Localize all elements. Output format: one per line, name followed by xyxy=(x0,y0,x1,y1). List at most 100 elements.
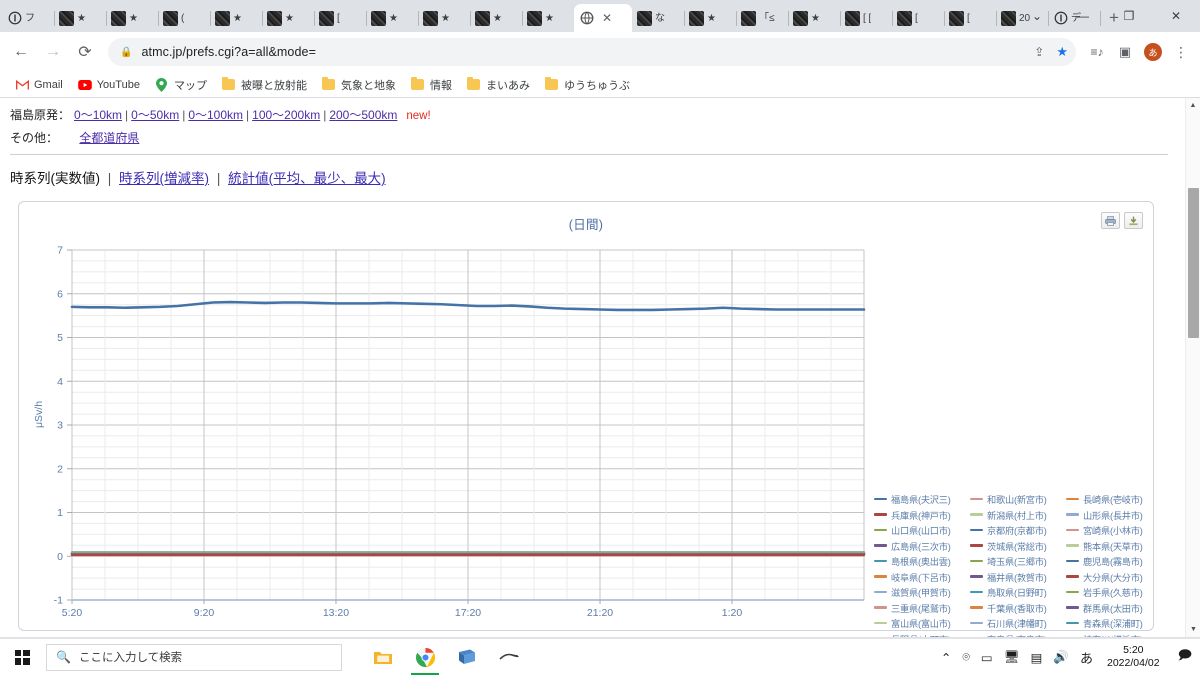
bookmark-item[interactable]: マップ xyxy=(149,75,213,95)
maximize-button[interactable]: ❐ xyxy=(1106,0,1152,32)
browser-tab[interactable]: ★ xyxy=(210,4,263,32)
bookmark-item[interactable]: 情報 xyxy=(405,75,458,95)
browser-tab[interactable]: 「≤ xyxy=(736,4,789,32)
profile-avatar[interactable]: あ xyxy=(1140,39,1166,65)
legend-item[interactable]: 和歌山(新宮市) xyxy=(970,492,1066,506)
bookmark-item[interactable]: 気象と地象 xyxy=(316,75,402,95)
browser-tab[interactable]: [ xyxy=(944,4,997,32)
camera-icon[interactable]: ⌾ xyxy=(962,650,970,665)
legend-item[interactable]: 岩手県(久慈市) xyxy=(1066,585,1162,599)
legend-item[interactable]: 宮崎県(小林市) xyxy=(1066,523,1162,537)
bookmark-item[interactable]: ゆうちゅうぶ xyxy=(539,75,636,95)
address-bar[interactable]: 🔒 atmc.jp/prefs.cgi?a=all&mode= ⇪ ★ xyxy=(108,38,1076,66)
legend-item[interactable]: 奈良県(奈良市) xyxy=(970,632,1066,638)
browser-tab[interactable]: ★ xyxy=(418,4,471,32)
bookmark-star-icon[interactable]: ★ xyxy=(1056,44,1068,60)
legend-item[interactable]: 長崎県(壱岐市) xyxy=(1066,492,1162,506)
chrome-icon[interactable] xyxy=(406,639,444,675)
start-button[interactable] xyxy=(0,639,44,675)
legend-item[interactable]: 富山県(富山市) xyxy=(874,616,970,630)
distance-link[interactable]: 0〜50km xyxy=(131,108,179,122)
browser-tab[interactable]: ★ xyxy=(366,4,419,32)
reload-icon[interactable]: ⟳ xyxy=(70,37,100,67)
mode-link-stats[interactable]: 統計値(平均、最少、最大) xyxy=(228,171,386,186)
legend-item[interactable]: 石川県(津幡町) xyxy=(970,616,1066,630)
back-icon[interactable]: ← xyxy=(6,37,36,67)
browser-tab[interactable]: ★ xyxy=(106,4,159,32)
distance-link[interactable]: 200〜500km xyxy=(329,108,397,122)
legend-item[interactable]: 三重県(尾鷲市) xyxy=(874,601,970,615)
taskbar-search-box[interactable]: 🔍 ここに入力して検索 xyxy=(46,643,342,671)
browser-tab[interactable]: ★ xyxy=(470,4,523,32)
browser-tab[interactable]: ★ xyxy=(522,4,574,32)
taskbar-clock[interactable]: 5:20 2022/04/02 xyxy=(1104,644,1163,670)
legend-item[interactable]: 神奈川(横浜市) xyxy=(1066,632,1162,638)
chrome-menu-icon[interactable]: ⋮ xyxy=(1168,39,1194,65)
browser-tab[interactable]: ✕ xyxy=(574,4,632,32)
browser-tab[interactable]: ( xyxy=(158,4,211,32)
forward-icon[interactable]: → xyxy=(38,37,68,67)
legend-item[interactable]: 新潟県(村上市) xyxy=(970,508,1066,522)
distance-link[interactable]: 100〜200km xyxy=(252,108,320,122)
chevron-up-icon[interactable]: ⌃ xyxy=(941,650,951,665)
legend-item[interactable]: 京都府(京都市) xyxy=(970,523,1066,537)
browser-tab[interactable]: [ xyxy=(314,4,367,32)
file-explorer-icon[interactable] xyxy=(364,639,402,675)
scroll-up-arrow[interactable]: ▲ xyxy=(1186,98,1200,113)
close-tab-icon[interactable]: ✕ xyxy=(602,12,612,24)
bookmark-item[interactable]: YouTube xyxy=(72,76,146,94)
link-all-prefectures[interactable]: 全都道府県 xyxy=(79,131,139,145)
close-window-button[interactable]: ✕ xyxy=(1152,0,1200,32)
minimize-button[interactable]: — xyxy=(1060,0,1106,32)
distance-link[interactable]: 0〜10km xyxy=(74,108,122,122)
browser-tab[interactable]: ★ xyxy=(684,4,737,32)
legend-item[interactable]: 福井県(敦賀市) xyxy=(970,570,1066,584)
side-panel-icon[interactable]: ▣ xyxy=(1112,39,1138,65)
reading-list-icon[interactable]: ≡♪ xyxy=(1084,39,1110,65)
tab-search-button[interactable]: ⌄ xyxy=(1014,0,1060,32)
legend-item[interactable]: 熊本県(天草市) xyxy=(1066,539,1162,553)
legend-item[interactable]: 兵庫県(神戸市) xyxy=(874,508,970,522)
legend-item[interactable]: 岐阜県(下呂市) xyxy=(874,570,970,584)
legend-item[interactable]: 広島県(三次市) xyxy=(874,539,970,553)
browser-tab[interactable]: ★ xyxy=(788,4,841,32)
browser-tab[interactable]: [ xyxy=(892,4,945,32)
share-icon[interactable]: ⇪ xyxy=(1034,45,1044,59)
legend-item[interactable]: 千葉県(香取市) xyxy=(970,601,1066,615)
browser-tab[interactable]: ★ xyxy=(262,4,315,32)
browser-tab[interactable]: フ xyxy=(2,4,55,32)
legend-item[interactable]: 青森県(深浦町) xyxy=(1066,616,1162,630)
photo-icon[interactable]: ▤ xyxy=(1031,650,1043,665)
store-icon[interactable] xyxy=(448,639,486,675)
legend-item[interactable]: 群馬県(太田市) xyxy=(1066,601,1162,615)
page-scrollbar[interactable]: ▲ ▼ xyxy=(1185,98,1200,637)
legend-item[interactable]: 鳥取県(日野町) xyxy=(970,585,1066,599)
browser-tab[interactable]: ★ xyxy=(54,4,107,32)
device-icon[interactable]: ▭ xyxy=(981,650,993,665)
legend-item[interactable]: 長野県(大町市) xyxy=(874,632,970,638)
bookmark-item[interactable]: 被曝と放射能 xyxy=(216,75,313,95)
legend-item[interactable]: 埼玉県(三郷市) xyxy=(970,554,1066,568)
download-icon[interactable] xyxy=(1124,212,1143,229)
volume-icon[interactable]: 🔊 xyxy=(1053,650,1069,665)
legend-item[interactable]: 山形県(長井市) xyxy=(1066,508,1162,522)
print-icon[interactable] xyxy=(1101,212,1120,229)
bookmark-item[interactable]: まいあみ xyxy=(461,75,536,95)
browser-tab[interactable]: [ [ xyxy=(840,4,893,32)
scroll-down-arrow[interactable]: ▼ xyxy=(1186,622,1200,637)
legend-item[interactable]: 島根県(奥出雲) xyxy=(874,554,970,568)
bookmark-item[interactable]: Gmail xyxy=(9,76,69,94)
snip-icon[interactable] xyxy=(490,639,528,675)
legend-item[interactable]: 鹿児島(霧島市) xyxy=(1066,554,1162,568)
legend-item[interactable]: 茨城県(常総市) xyxy=(970,539,1066,553)
monitor-icon[interactable]: 🖥 xyxy=(1004,650,1020,665)
distance-link[interactable]: 0〜100km xyxy=(188,108,243,122)
scrollbar-thumb[interactable] xyxy=(1188,188,1199,338)
browser-tab[interactable]: な xyxy=(632,4,685,32)
notification-icon[interactable]: 🗩 xyxy=(1174,646,1194,668)
mode-link-rate[interactable]: 時系列(増減率) xyxy=(119,171,209,186)
legend-item[interactable]: 福島県(夫沢三) xyxy=(874,492,970,506)
legend-item[interactable]: 滋賀県(甲賀市) xyxy=(874,585,970,599)
ime-indicator[interactable]: あ xyxy=(1080,648,1093,667)
legend-item[interactable]: 山口県(山口市) xyxy=(874,523,970,537)
